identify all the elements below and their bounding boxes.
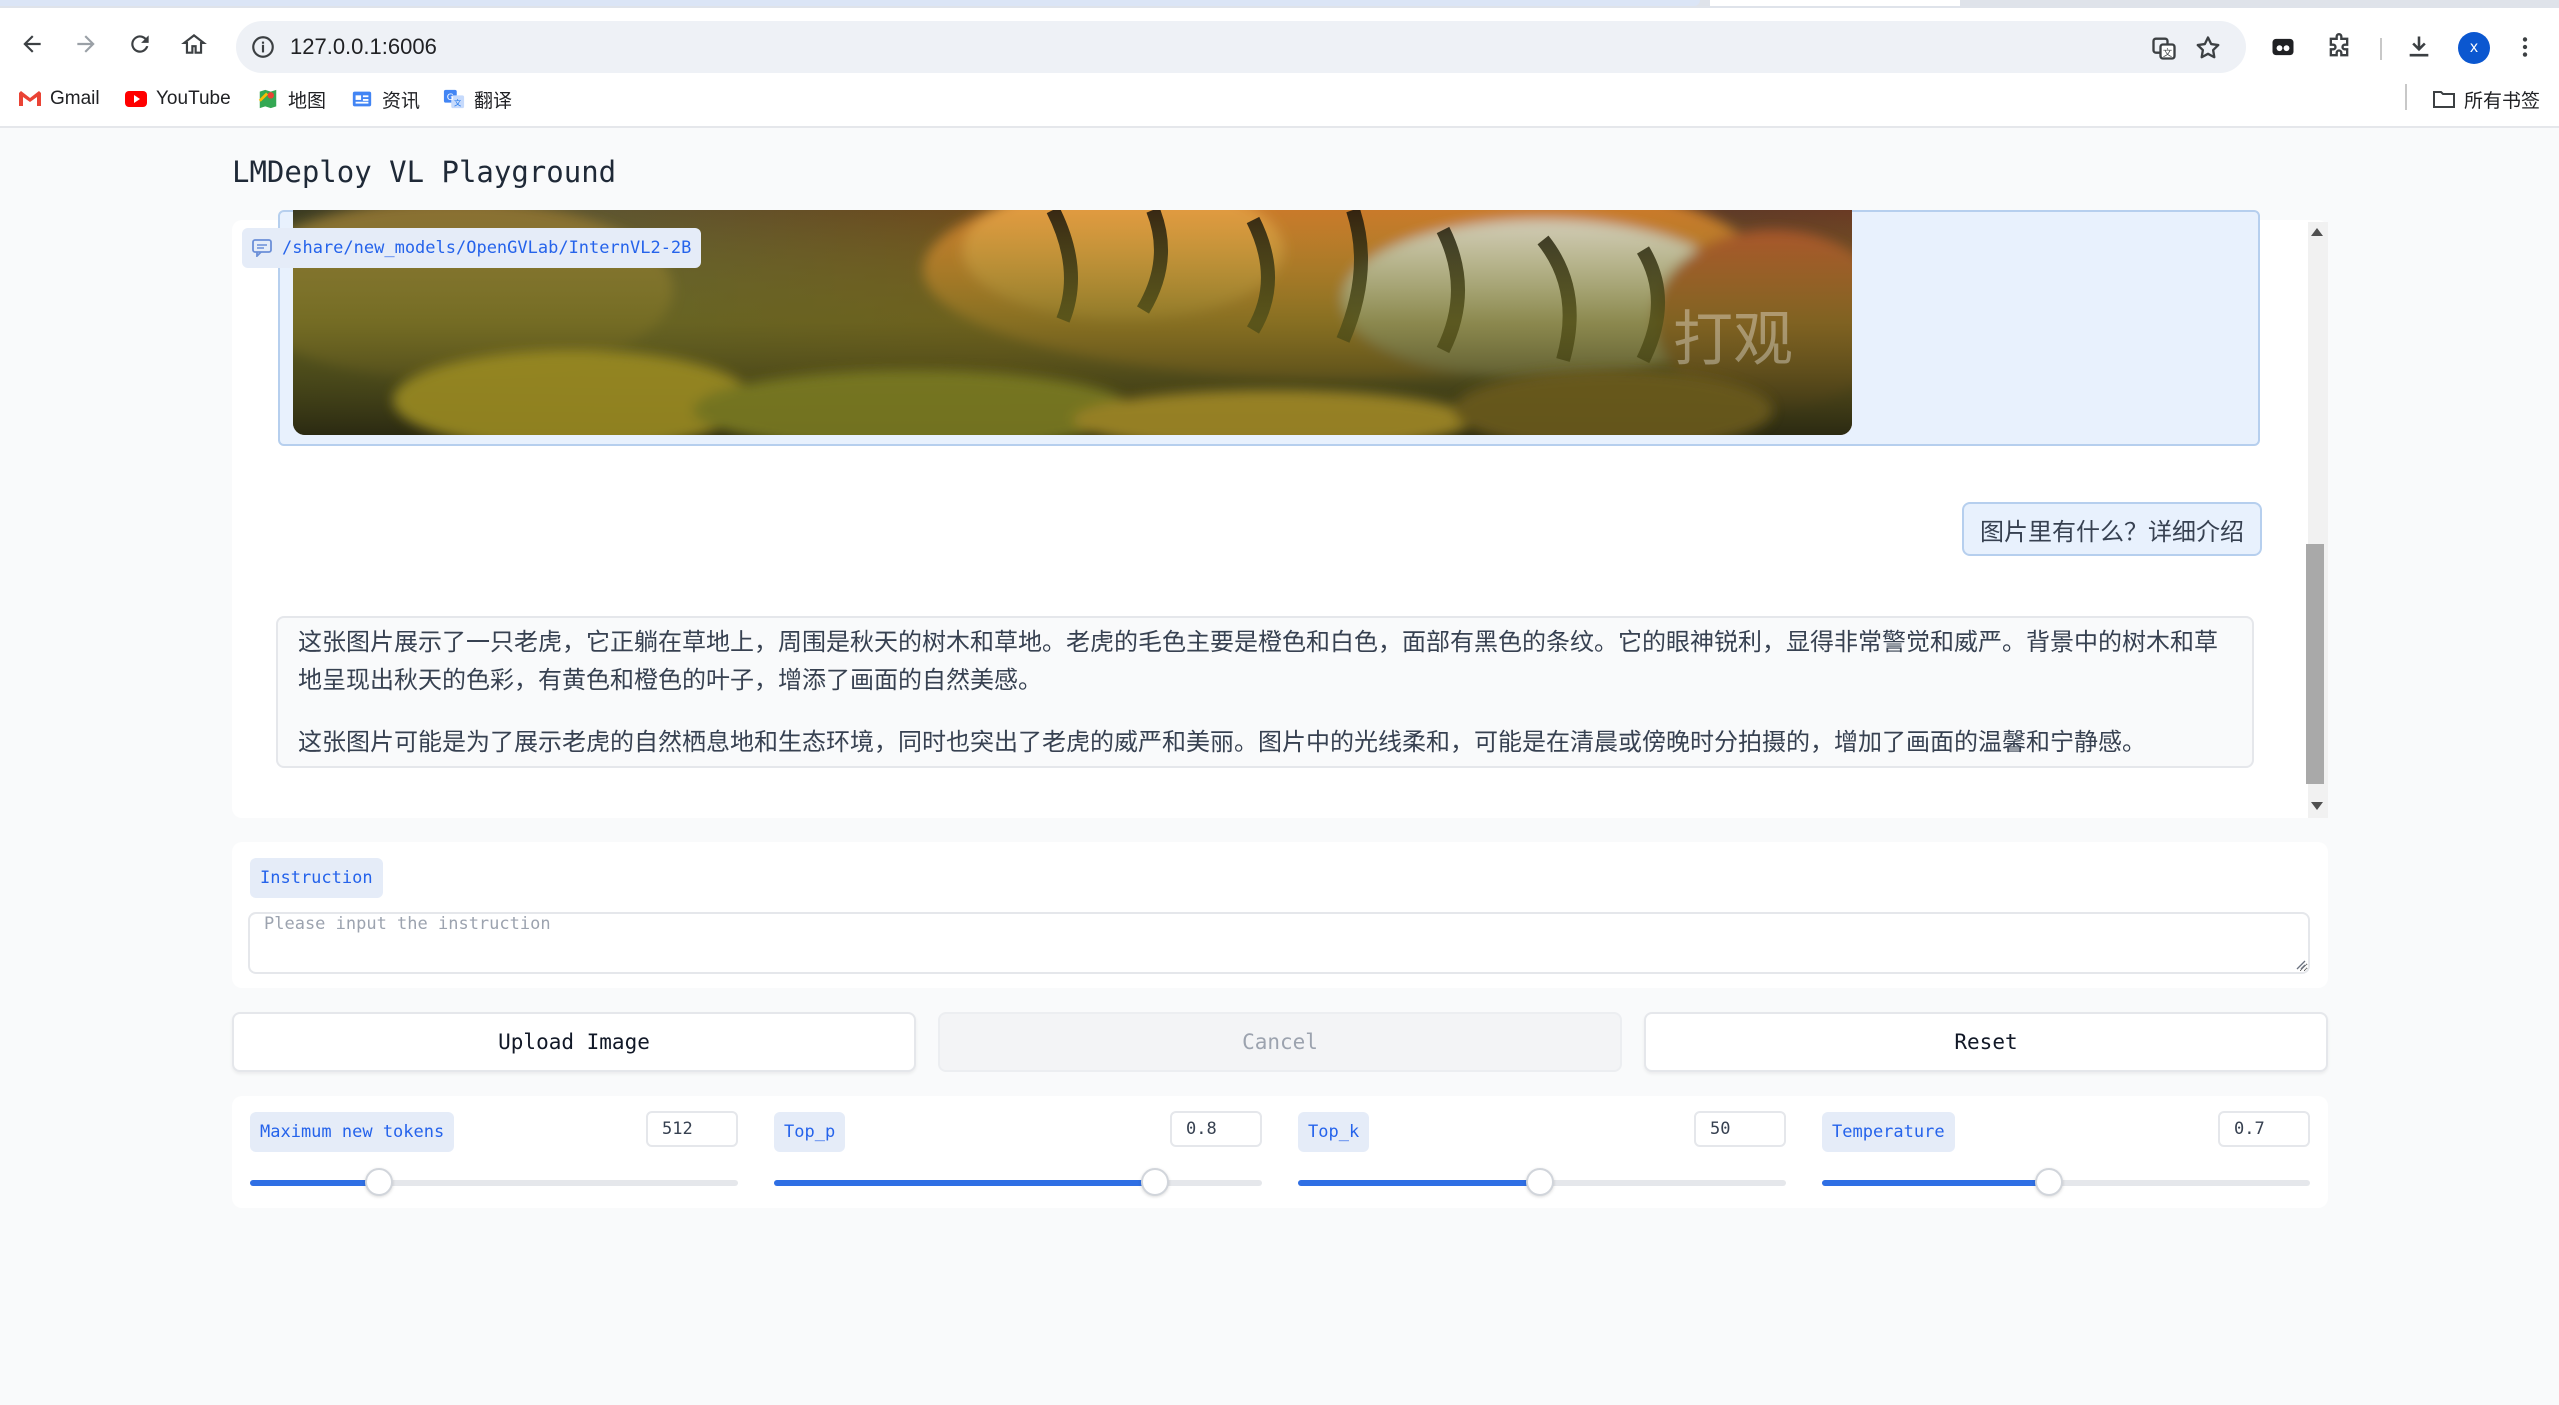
page-title: LMDeploy VL Playground	[232, 155, 617, 189]
instruction-label: Instruction	[250, 858, 383, 898]
slider-fill	[250, 1180, 380, 1186]
svg-text:文: 文	[2163, 47, 2172, 59]
site-info-icon[interactable]	[250, 34, 276, 60]
slider-thumb[interactable]	[1140, 1168, 1169, 1196]
image-watermark: 打观	[1673, 305, 1793, 375]
top-k-label: Top_k	[1298, 1112, 1370, 1152]
bookmark-star-icon[interactable]	[2194, 34, 2222, 62]
bookmark-gmail[interactable]: Gmail	[18, 86, 100, 112]
chat-bubble-icon	[252, 239, 272, 257]
bookmark-translate[interactable]: G文 翻译	[442, 86, 512, 112]
extensions-puzzle-icon[interactable]	[2322, 30, 2356, 64]
back-icon[interactable]	[14, 26, 50, 62]
bookmark-news[interactable]: 资讯	[350, 86, 420, 112]
model-path-label: /share/new_models/OpenGVLab/InternVL2-2B	[282, 238, 692, 258]
extension-icon[interactable]	[2266, 30, 2300, 64]
scrollbar-thumb[interactable]	[2306, 544, 2324, 784]
address-bar[interactable]: 127.0.0.1:6006 文	[236, 21, 2246, 73]
upload-image-button[interactable]: Upload Image	[232, 1012, 916, 1072]
assistant-paragraph-2: 这张图片可能是为了展示老虎的自然栖息地和生态环境，同时也突出了老虎的威严和美丽。…	[298, 729, 2146, 756]
menu-kebab-icon[interactable]	[2508, 30, 2542, 64]
reload-icon[interactable]	[122, 26, 158, 62]
bookmarks-bar: Gmail YouTube 地图 资讯 G文 翻译 所有书签	[0, 74, 2559, 128]
profile-avatar[interactable]: x	[2458, 32, 2490, 64]
gmail-icon	[19, 91, 41, 106]
slider-thumb[interactable]	[2034, 1168, 2063, 1196]
resize-grip-icon[interactable]	[2294, 958, 2306, 970]
svg-text:G: G	[447, 92, 454, 103]
bookmarks-divider	[2405, 84, 2407, 110]
cancel-button[interactable]: Cancel	[938, 1012, 1622, 1072]
temperature-label: Temperature	[1822, 1112, 1955, 1152]
scroll-up-arrow-icon[interactable]	[2311, 228, 2323, 236]
max-tokens-value[interactable]: 512	[646, 1111, 738, 1147]
url-text: 127.0.0.1:6006	[290, 34, 437, 59]
all-bookmarks[interactable]: 所有书签	[2432, 86, 2540, 112]
top-p-label: Top_p	[774, 1112, 846, 1152]
bookmark-youtube[interactable]: YouTube	[124, 86, 231, 112]
folder-icon	[2433, 91, 2455, 108]
scroll-down-arrow-icon[interactable]	[2311, 802, 2323, 810]
tab-strip	[0, 0, 2559, 8]
model-tag: /share/new_models/OpenGVLab/InternVL2-2B	[242, 228, 702, 268]
slider-fill	[774, 1180, 1155, 1186]
user-message: 图片里有什么？详细介绍	[1962, 502, 2262, 556]
top-p-slider[interactable]	[774, 1168, 1262, 1196]
temperature-value[interactable]: 0.7	[2218, 1111, 2310, 1147]
assistant-message: 这张图片展示了一只老虎，它正躺在草地上，周围是秋天的树木和草地。老虎的毛色主要是…	[276, 616, 2254, 768]
slider-thumb[interactable]	[1525, 1168, 1554, 1196]
active-tab[interactable]	[0, 0, 1700, 6]
new-tab-area[interactable]	[1710, 0, 1960, 6]
max-tokens-label: Maximum new tokens	[250, 1112, 455, 1152]
top-k-slider[interactable]	[1298, 1168, 1786, 1196]
browser-toolbar: 127.0.0.1:6006 文 x	[0, 8, 2559, 74]
svg-text:文: 文	[454, 98, 462, 107]
slider-fill	[1822, 1180, 2049, 1186]
home-icon[interactable]	[176, 26, 212, 62]
instruction-input[interactable]	[248, 912, 2310, 974]
news-icon	[352, 91, 372, 107]
translate-page-icon[interactable]: 文	[2150, 34, 2178, 62]
forward-icon[interactable]	[68, 26, 104, 62]
translate-icon: G文	[443, 89, 465, 109]
maps-icon	[258, 89, 277, 109]
slider-fill	[1298, 1180, 1540, 1186]
bookmark-maps[interactable]: 地图	[256, 86, 326, 112]
download-icon[interactable]	[2402, 30, 2436, 64]
top-p-value[interactable]: 0.8	[1170, 1111, 1262, 1147]
top-k-value[interactable]: 50	[1694, 1111, 1786, 1147]
toolbar-divider	[2380, 38, 2382, 60]
temperature-slider[interactable]	[1822, 1168, 2310, 1196]
max-tokens-slider[interactable]	[250, 1168, 738, 1196]
assistant-paragraph-1: 这张图片展示了一只老虎，它正躺在草地上，周围是秋天的树木和草地。老虎的毛色主要是…	[298, 629, 2218, 694]
youtube-icon	[125, 91, 147, 107]
parameters-panel	[232, 1096, 2328, 1208]
reset-button[interactable]: Reset	[1644, 1012, 2328, 1072]
